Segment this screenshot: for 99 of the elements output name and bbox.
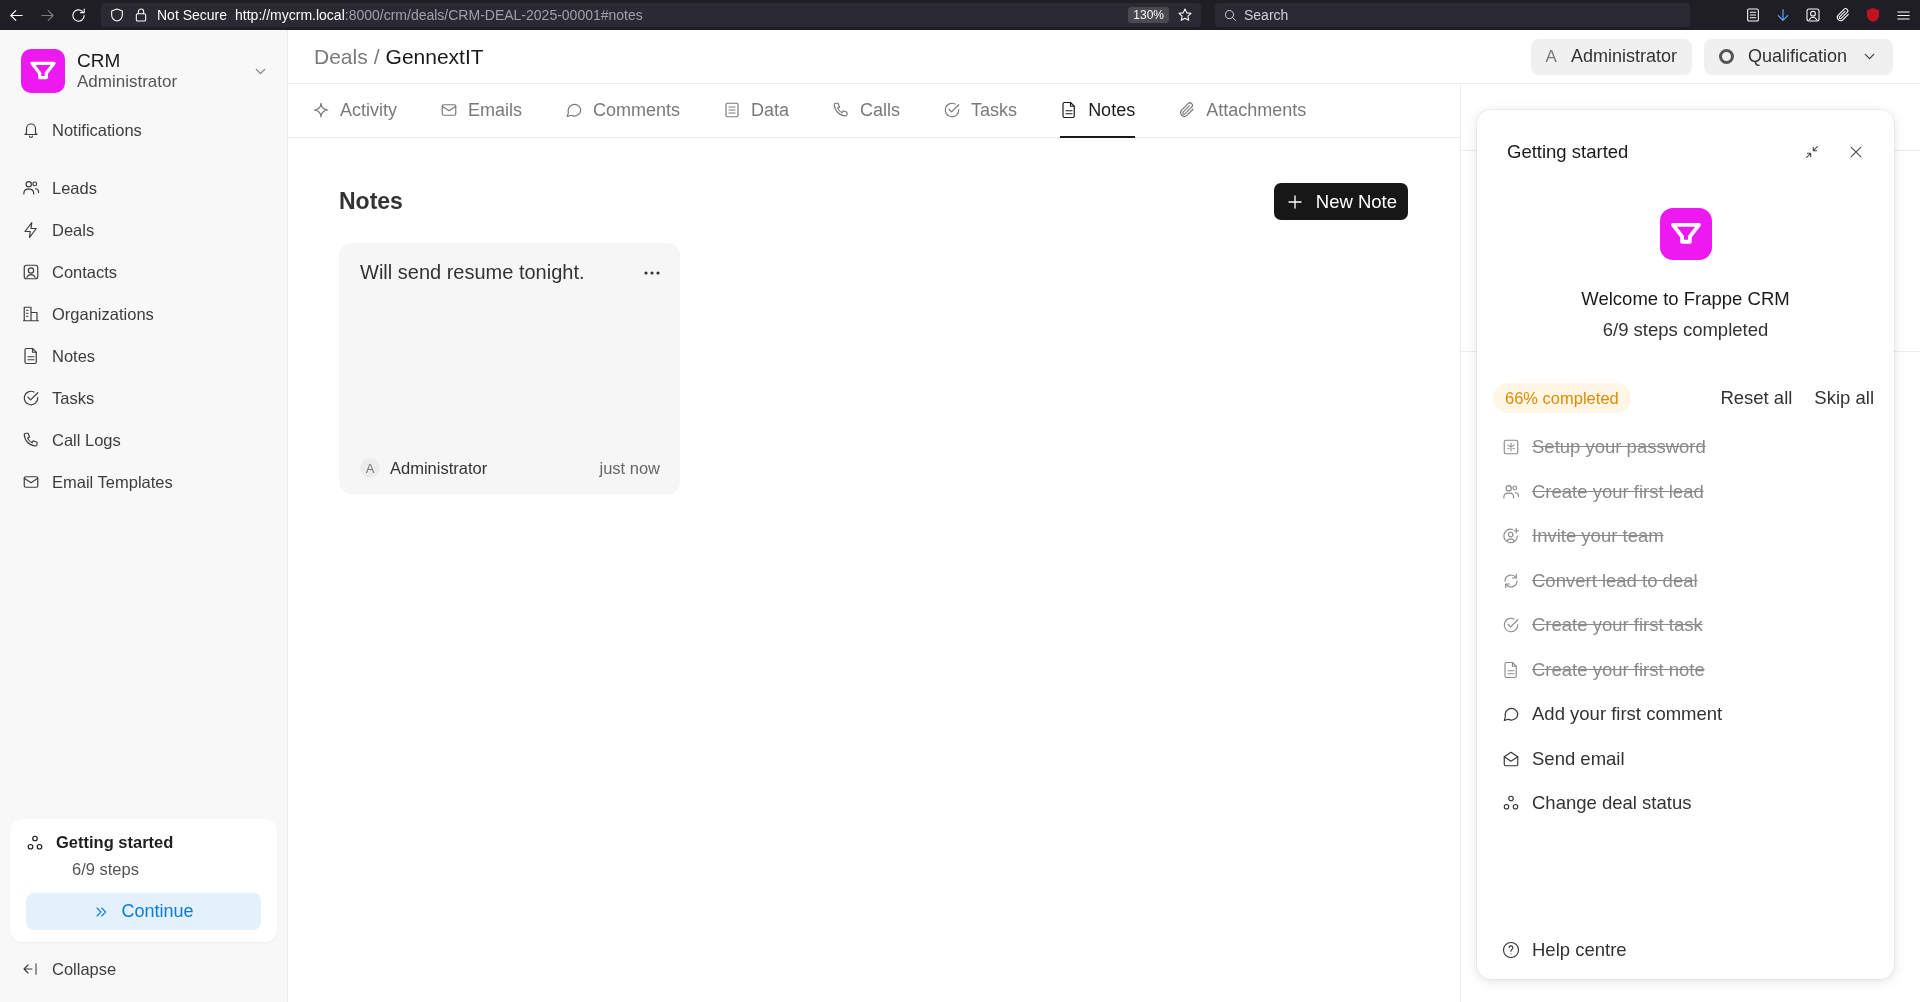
breadcrumb-link[interactable]: Deals bbox=[314, 44, 368, 69]
app-logo bbox=[1659, 208, 1712, 260]
close-button[interactable] bbox=[1848, 144, 1864, 160]
document-icon bbox=[1502, 660, 1520, 679]
account-icon bbox=[1805, 7, 1821, 23]
speech-bubble-icon bbox=[1502, 705, 1520, 724]
speech-bubble-icon bbox=[565, 101, 584, 119]
sidebar-item[interactable]: Leads bbox=[10, 171, 277, 205]
sidebar-item[interactable]: Call Logs bbox=[10, 423, 277, 457]
collapse-button[interactable]: Collapse bbox=[10, 952, 277, 986]
section-title: Notes bbox=[339, 188, 403, 215]
panel-title: Getting started bbox=[1507, 141, 1629, 163]
more-options-icon[interactable] bbox=[644, 270, 660, 275]
bell-icon bbox=[22, 121, 40, 139]
paperclip-icon bbox=[1178, 101, 1197, 119]
tab[interactable]: Activity bbox=[312, 84, 397, 138]
onboarding-step[interactable]: Create your first note bbox=[1502, 647, 1878, 692]
contact-card-icon bbox=[22, 263, 40, 281]
phone-icon bbox=[22, 431, 40, 449]
sidebar-item[interactable]: Email Templates bbox=[10, 465, 277, 499]
breadcrumb-current: GennextIT bbox=[385, 44, 484, 69]
continue-button[interactable]: Continue bbox=[26, 893, 261, 930]
onboarding-step[interactable]: Create your first lead bbox=[1502, 469, 1878, 514]
onboarding-step[interactable]: Add your first comment bbox=[1502, 692, 1878, 737]
tab[interactable]: Attachments bbox=[1178, 84, 1307, 138]
security-label: Not Secure bbox=[157, 7, 228, 23]
assignee-button[interactable]: A Administrator bbox=[1530, 38, 1692, 75]
shield-icon bbox=[109, 7, 125, 23]
download-icon bbox=[1775, 7, 1791, 23]
search-field[interactable]: Search bbox=[1215, 3, 1690, 27]
envelope-icon bbox=[440, 101, 458, 119]
completion-badge: 66% completed bbox=[1493, 383, 1631, 413]
user-plus-icon bbox=[1502, 527, 1520, 546]
onboarding-title: Getting started bbox=[56, 833, 174, 852]
tab[interactable]: Tasks bbox=[943, 84, 1018, 138]
sidebar-item[interactable]: Organizations bbox=[10, 297, 277, 331]
avatar: A bbox=[360, 458, 380, 478]
envelope-icon bbox=[1502, 749, 1520, 768]
lock-icon bbox=[133, 7, 149, 23]
onboarding-step[interactable]: Create your first task bbox=[1502, 603, 1878, 648]
welcome-title: Welcome to Frappe CRM bbox=[1581, 288, 1790, 310]
check-circle-icon bbox=[22, 389, 40, 407]
check-circle-icon bbox=[943, 101, 962, 119]
circles-icon bbox=[1502, 794, 1520, 813]
progress-text: 6/9 steps completed bbox=[1602, 319, 1769, 341]
minimize-button[interactable] bbox=[1804, 144, 1820, 160]
envelope-icon bbox=[22, 473, 40, 491]
close-icon bbox=[1848, 144, 1864, 160]
check-circle-icon bbox=[1502, 616, 1520, 635]
bookmark-star-icon bbox=[1177, 7, 1193, 23]
collapse-icon bbox=[22, 961, 38, 977]
sparkle-icon bbox=[312, 101, 330, 119]
list-icon bbox=[723, 101, 742, 119]
onboarding-step[interactable]: Convert lead to deal bbox=[1502, 558, 1878, 603]
plus-icon bbox=[1285, 192, 1304, 211]
tab[interactable]: Calls bbox=[832, 84, 901, 138]
users-icon bbox=[1502, 482, 1520, 501]
breadcrumb-separator: / bbox=[373, 44, 380, 69]
reader-icon bbox=[1745, 7, 1761, 23]
status-dropdown[interactable]: Qualification bbox=[1703, 38, 1893, 75]
sidebar-item[interactable]: Deals bbox=[10, 213, 277, 247]
tab[interactable]: Notes bbox=[1060, 84, 1136, 138]
skip-all-button[interactable]: Skip all bbox=[1814, 387, 1874, 409]
refresh-icon bbox=[1502, 571, 1520, 590]
sidebar-item[interactable]: Tasks bbox=[10, 381, 277, 415]
users-icon bbox=[22, 179, 40, 197]
zoom-badge[interactable]: 130% bbox=[1128, 7, 1169, 23]
note-time: just now bbox=[599, 458, 660, 478]
document-icon bbox=[22, 347, 40, 365]
onboarding-step[interactable]: Change deal status bbox=[1502, 781, 1878, 826]
note-text: Will send resume tonight. bbox=[360, 261, 585, 284]
app-user: Administrator bbox=[77, 72, 178, 92]
sidebar-item[interactable]: Contacts bbox=[10, 255, 277, 289]
note-card[interactable]: Will send resume tonight. A Administrator just now bbox=[339, 243, 680, 494]
building-icon bbox=[22, 305, 40, 323]
circles-icon bbox=[26, 833, 44, 852]
reload-icon bbox=[70, 6, 87, 24]
shrink-icon bbox=[1804, 144, 1820, 160]
shield-extension-icon[interactable] bbox=[1865, 7, 1881, 23]
asterisk-box-icon bbox=[1502, 438, 1520, 457]
new-note-button[interactable]: New Note bbox=[1273, 183, 1408, 220]
phone-icon bbox=[832, 101, 851, 119]
onboarding-step[interactable]: Setup your password bbox=[1502, 425, 1878, 470]
reset-all-button[interactable]: Reset all bbox=[1720, 387, 1793, 409]
url-text[interactable]: http://mycrm.local:8000/crm/deals/CRM-DEAL-2025-00001#notes bbox=[235, 7, 643, 23]
note-author: Administrator bbox=[390, 458, 488, 478]
app-logo bbox=[21, 49, 65, 93]
app-title: CRM bbox=[77, 50, 122, 72]
steps-count-text: 6/9 steps bbox=[72, 860, 140, 879]
help-centre-link[interactable]: Help centre bbox=[1493, 939, 1878, 961]
search-icon bbox=[1223, 7, 1238, 23]
lightning-icon bbox=[22, 221, 40, 239]
help-icon bbox=[1502, 941, 1520, 959]
sidebar-item[interactable]: Notes bbox=[10, 339, 277, 373]
onboarding-step[interactable]: Send email bbox=[1502, 736, 1878, 781]
tab[interactable]: Data bbox=[723, 84, 790, 138]
notifications-item[interactable]: Notifications bbox=[10, 113, 277, 147]
tab[interactable]: Comments bbox=[565, 84, 681, 138]
tab[interactable]: Emails bbox=[440, 84, 523, 138]
